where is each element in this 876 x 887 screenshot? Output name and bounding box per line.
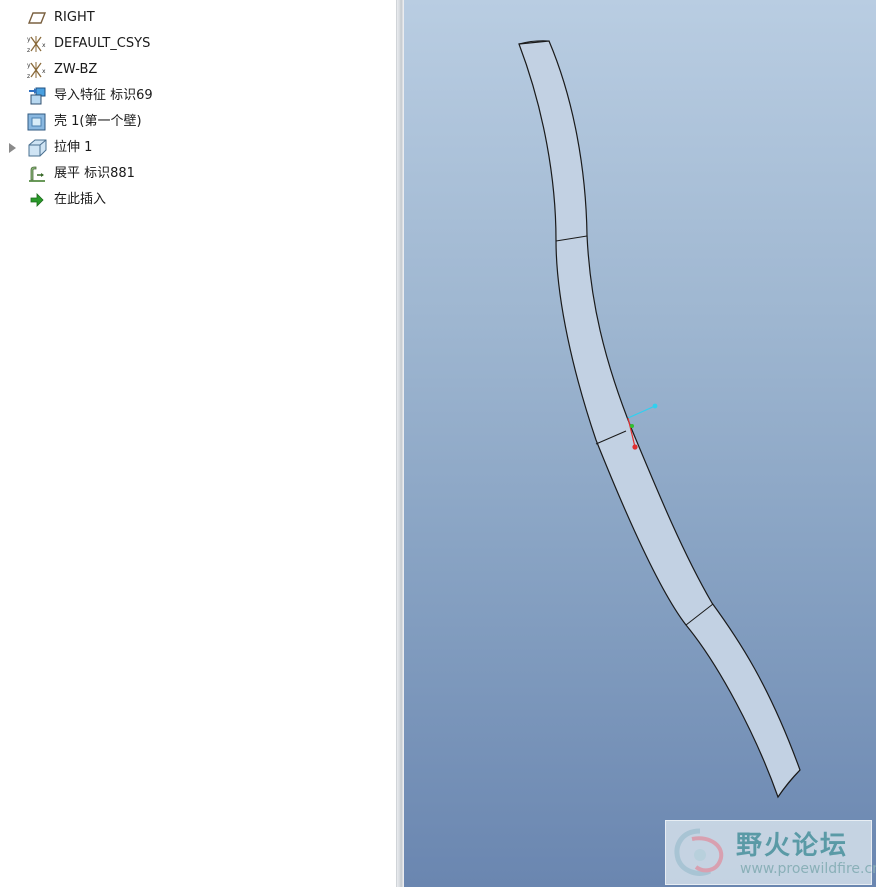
watermark-url: www.proewildfire.cn — [740, 861, 876, 877]
tree-item-label: RIGHT — [54, 10, 95, 25]
sheet-metal-part[interactable] — [518, 40, 801, 799]
tree-item-label: 拉伸 1 — [54, 140, 93, 155]
tree-item-import-feature[interactable]: 导入特征 标识69 — [0, 83, 396, 109]
panel-splitter[interactable] — [396, 0, 404, 887]
model-tree-panel: RIGHT y z x DEFAULT_CSYS y z x ZW-BZ 导入特… — [0, 0, 396, 887]
tree-item-flatten[interactable]: 展平 标识881 — [0, 161, 396, 187]
shell-icon — [27, 113, 47, 131]
tree-item-label: DEFAULT_CSYS — [54, 36, 151, 51]
datum-plane-icon — [27, 9, 47, 27]
tree-item-label: 展平 标识881 — [54, 166, 135, 181]
coordinate-system-icon: y z x — [27, 61, 47, 80]
tree-item-default-csys[interactable]: y z x DEFAULT_CSYS — [0, 31, 396, 57]
coordinate-system-icon: y z x — [27, 35, 47, 54]
watermark-title: 野火论坛 — [736, 831, 849, 861]
model-render — [518, 40, 801, 799]
graphics-viewport[interactable] — [404, 0, 876, 887]
proewildfire-logo-icon — [670, 825, 730, 881]
tree-item-insert-here[interactable]: 在此插入 — [0, 187, 396, 213]
tree-item-extrude[interactable]: 拉伸 1 — [0, 135, 396, 161]
forum-watermark: 野火论坛 www.proewildfire.cn — [665, 820, 876, 885]
svg-text:y: y — [27, 62, 31, 69]
tree-item-label: 在此插入 — [54, 192, 107, 207]
import-feature-icon — [27, 87, 47, 105]
tree-item-right[interactable]: RIGHT — [0, 5, 396, 31]
tree-item-shell[interactable]: 壳 1(第一个壁) — [0, 109, 396, 135]
svg-text:z: z — [27, 47, 30, 53]
flatten-icon — [27, 165, 47, 183]
svg-text:y: y — [27, 36, 31, 43]
svg-text:x: x — [42, 68, 46, 75]
tree-item-label: 导入特征 标识69 — [54, 88, 153, 103]
svg-text:z: z — [27, 73, 30, 79]
insert-here-arrow-icon — [27, 191, 47, 209]
tree-item-label: 壳 1(第一个壁) — [54, 114, 142, 129]
extrude-icon — [27, 139, 47, 157]
expand-arrow-icon[interactable] — [9, 143, 16, 153]
tree-item-zw-bz[interactable]: y z x ZW-BZ — [0, 57, 396, 83]
tree-item-label: ZW-BZ — [54, 62, 98, 77]
svg-text:x: x — [42, 42, 46, 49]
